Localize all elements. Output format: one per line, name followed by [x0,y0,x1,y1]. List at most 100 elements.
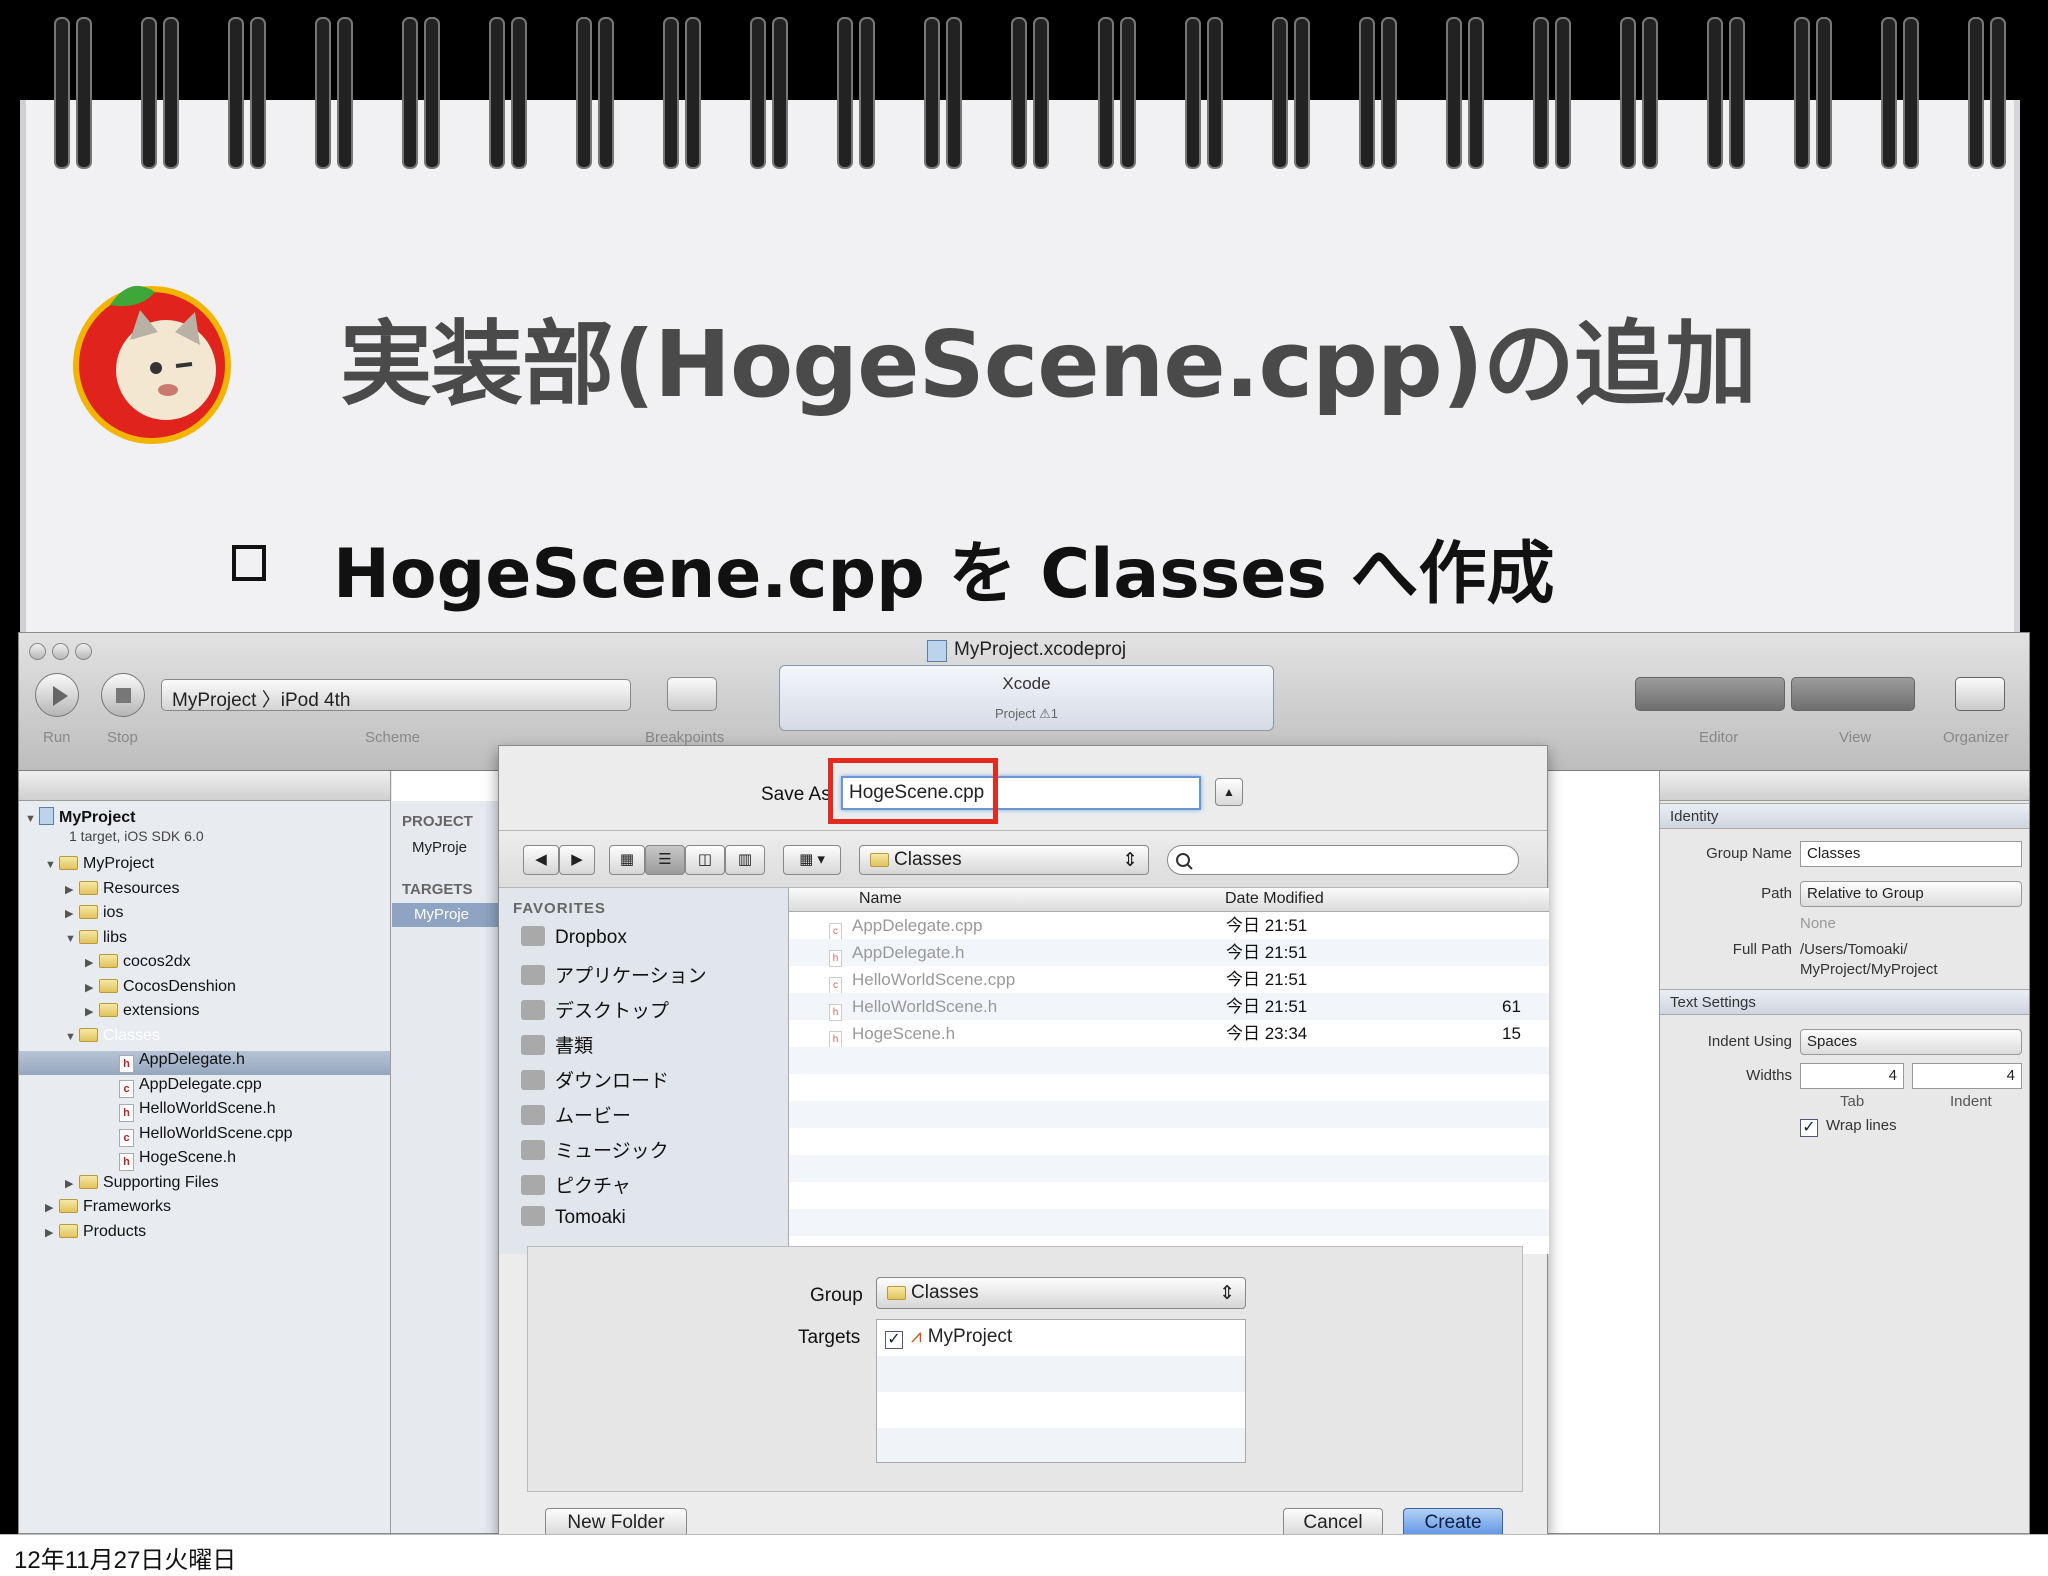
sidebar-favorite-item[interactable]: ピクチャ [521,1171,631,1198]
nav-item[interactable]: ▶ ios [65,902,123,924]
minimize-window-button[interactable] [52,643,69,660]
identity-section-header[interactable]: Identity [1660,803,2029,829]
nav-item[interactable]: ▼ MyProject [45,853,154,875]
close-window-button[interactable] [29,643,46,660]
nav-item[interactable]: h HogeScene.h [105,1147,236,1171]
text-settings-section-header[interactable]: Text Settings [1660,989,2029,1015]
finder-sidebar: FAVORITES Dropbox アプリケーション デスクトップ 書類 ダウンロードム… [499,888,789,1254]
view-segmented-control[interactable] [1791,677,1915,711]
disclosure-triangle-icon[interactable]: ▶ [85,952,99,974]
disclosure-triangle-icon[interactable]: ▶ [85,1001,99,1023]
expand-dialog-button[interactable]: ▲ [1215,778,1243,806]
date-column-header[interactable]: Date Modified [1225,890,1324,908]
path-none-text: None [1800,915,1836,932]
file-row[interactable]: h HogeScene.h 今日 23:34 15 [789,1020,1549,1048]
disclosure-triangle-icon[interactable]: ▶ [65,903,79,925]
navigator-selector-bar[interactable] [19,771,390,801]
nav-item[interactable]: ▶ CocosDenshion [85,976,236,998]
sidebar-favorite-item[interactable]: デスクトップ [521,996,669,1023]
apple-cat-logo-icon [73,285,231,444]
sidebar-favorite-item[interactable]: 書類 [521,1031,593,1058]
nav-item[interactable]: ▶ cocos2dx [85,951,191,973]
file-row[interactable]: h HelloWorldScene.h 今日 21:51 61 [789,993,1549,1021]
scheme-popup[interactable]: MyProject 〉iPod 4th [161,679,631,711]
project-item[interactable]: MyProje [412,839,467,856]
folder-icon [870,853,889,867]
nav-item[interactable]: ▶ Frameworks [45,1196,171,1218]
disclosure-triangle-icon[interactable]: ▶ [45,1197,59,1219]
location-popup[interactable]: Classes ⇕ [859,845,1149,875]
nav-item[interactable]: ▼ Classes [65,1025,160,1047]
header-file-icon: h [829,1004,842,1021]
sidebar-favorite-item[interactable]: ムービー [521,1101,631,1128]
nav-item[interactable]: h HelloWorldScene.h [105,1098,276,1122]
footer-date: 12年11月27日火曜日 [14,1547,237,1574]
forward-button[interactable]: ▶ [559,845,595,875]
file-row[interactable]: c HelloWorldScene.cpp 今日 21:51 [789,966,1549,994]
disclosure-triangle-icon[interactable]: ▼ [25,808,39,830]
group-name-field[interactable]: Classes [1800,841,2022,867]
nav-item[interactable]: ▼ libs [65,927,127,949]
nav-item[interactable]: c HelloWorldScene.cpp [105,1123,293,1147]
breakpoints-label: Breakpoints [645,729,725,746]
popup-arrows-icon: ⇕ [1122,850,1138,871]
binding-ring [859,17,875,169]
nav-item[interactable]: ▶ Resources [65,878,179,900]
binding-ring [141,17,157,169]
annotation-highlight-box [828,758,998,824]
nav-item[interactable]: c AppDelegate.cpp [105,1074,262,1098]
target-row[interactable]: ✓ ⩘ MyProject [885,1326,1012,1349]
target-checkbox[interactable]: ✓ [885,1331,903,1349]
group-popup[interactable]: Classes ⇕ [876,1277,1246,1309]
file-row[interactable]: h AppDelegate.h 今日 21:51 [789,939,1549,967]
name-column-header[interactable]: Name [859,890,902,908]
nav-item[interactable]: ▶ extensions [85,1000,200,1022]
run-button[interactable] [35,673,79,717]
disclosure-triangle-icon[interactable]: ▶ [65,1173,79,1195]
disclosure-triangle-icon[interactable]: ▶ [45,1222,59,1244]
icon-view-button[interactable]: ▦ [609,845,645,875]
stop-button[interactable] [101,673,145,717]
coverflow-view-button[interactable]: ▥ [725,845,765,875]
zoom-window-button[interactable] [75,643,92,660]
editor-segmented-control[interactable] [1635,677,1785,711]
back-button[interactable]: ◀ [523,845,559,875]
column-view-button[interactable]: ◫ [685,845,725,875]
binding-ring [1446,17,1462,169]
sidebar-favorite-item[interactable]: ダウンロード [521,1066,669,1093]
disclosure-triangle-icon[interactable]: ▼ [65,1026,79,1048]
tab-width-field[interactable]: 4 [1800,1063,1904,1089]
disclosure-triangle-icon[interactable]: ▶ [65,879,79,901]
sidebar-favorite-item[interactable]: アプリケーション [521,961,707,988]
nav-item[interactable]: ▶ Supporting Files [65,1172,219,1194]
inspector-selector-bar[interactable] [1660,771,2029,801]
file-row[interactable]: c AppDelegate.cpp 今日 21:51 [789,912,1549,940]
browser-toolbar: ◀ ▶ ▦ ☰ ◫ ▥ ▦ ▾ Classes ⇕ [499,830,1547,888]
search-input[interactable] [1167,845,1519,875]
targets-label: Targets [798,1327,861,1348]
full-path-label: Full Path [1732,941,1792,958]
target-item[interactable]: MyProje [392,903,502,927]
breakpoints-button[interactable] [667,677,717,711]
arrange-button[interactable]: ▦ ▾ [783,845,841,875]
disclosure-triangle-icon[interactable]: ▶ [85,977,99,999]
sidebar-favorite-item[interactable]: ミュージック [521,1136,669,1163]
sidebar-favorite-item[interactable]: Dropbox [521,926,627,949]
file-row [789,1074,1549,1101]
disclosure-triangle-icon[interactable]: ▼ [65,928,79,950]
disclosure-triangle-icon[interactable]: ▼ [45,854,59,876]
nav-item[interactable]: h AppDelegate.h [105,1049,245,1073]
sidebar-favorite-item[interactable]: Tomoaki [521,1206,626,1229]
nav-item[interactable]: ▶ Products [45,1221,146,1243]
nav-item-label: MyProject [83,855,155,872]
indent-using-popup[interactable]: Spaces [1800,1029,2022,1055]
cpp-file-icon: c [829,977,842,994]
path-popup[interactable]: Relative to Group [1800,881,2022,907]
wrap-lines-checkbox[interactable]: ✓ Wrap lines [1800,1117,1897,1137]
favorite-location-icon [521,1070,545,1090]
binding-ring [1816,17,1832,169]
list-view-button[interactable]: ☰ [645,845,685,875]
indent-width-field[interactable]: 4 [1912,1063,2022,1089]
organizer-button[interactable] [1955,677,2005,711]
binding-ring [489,17,505,169]
